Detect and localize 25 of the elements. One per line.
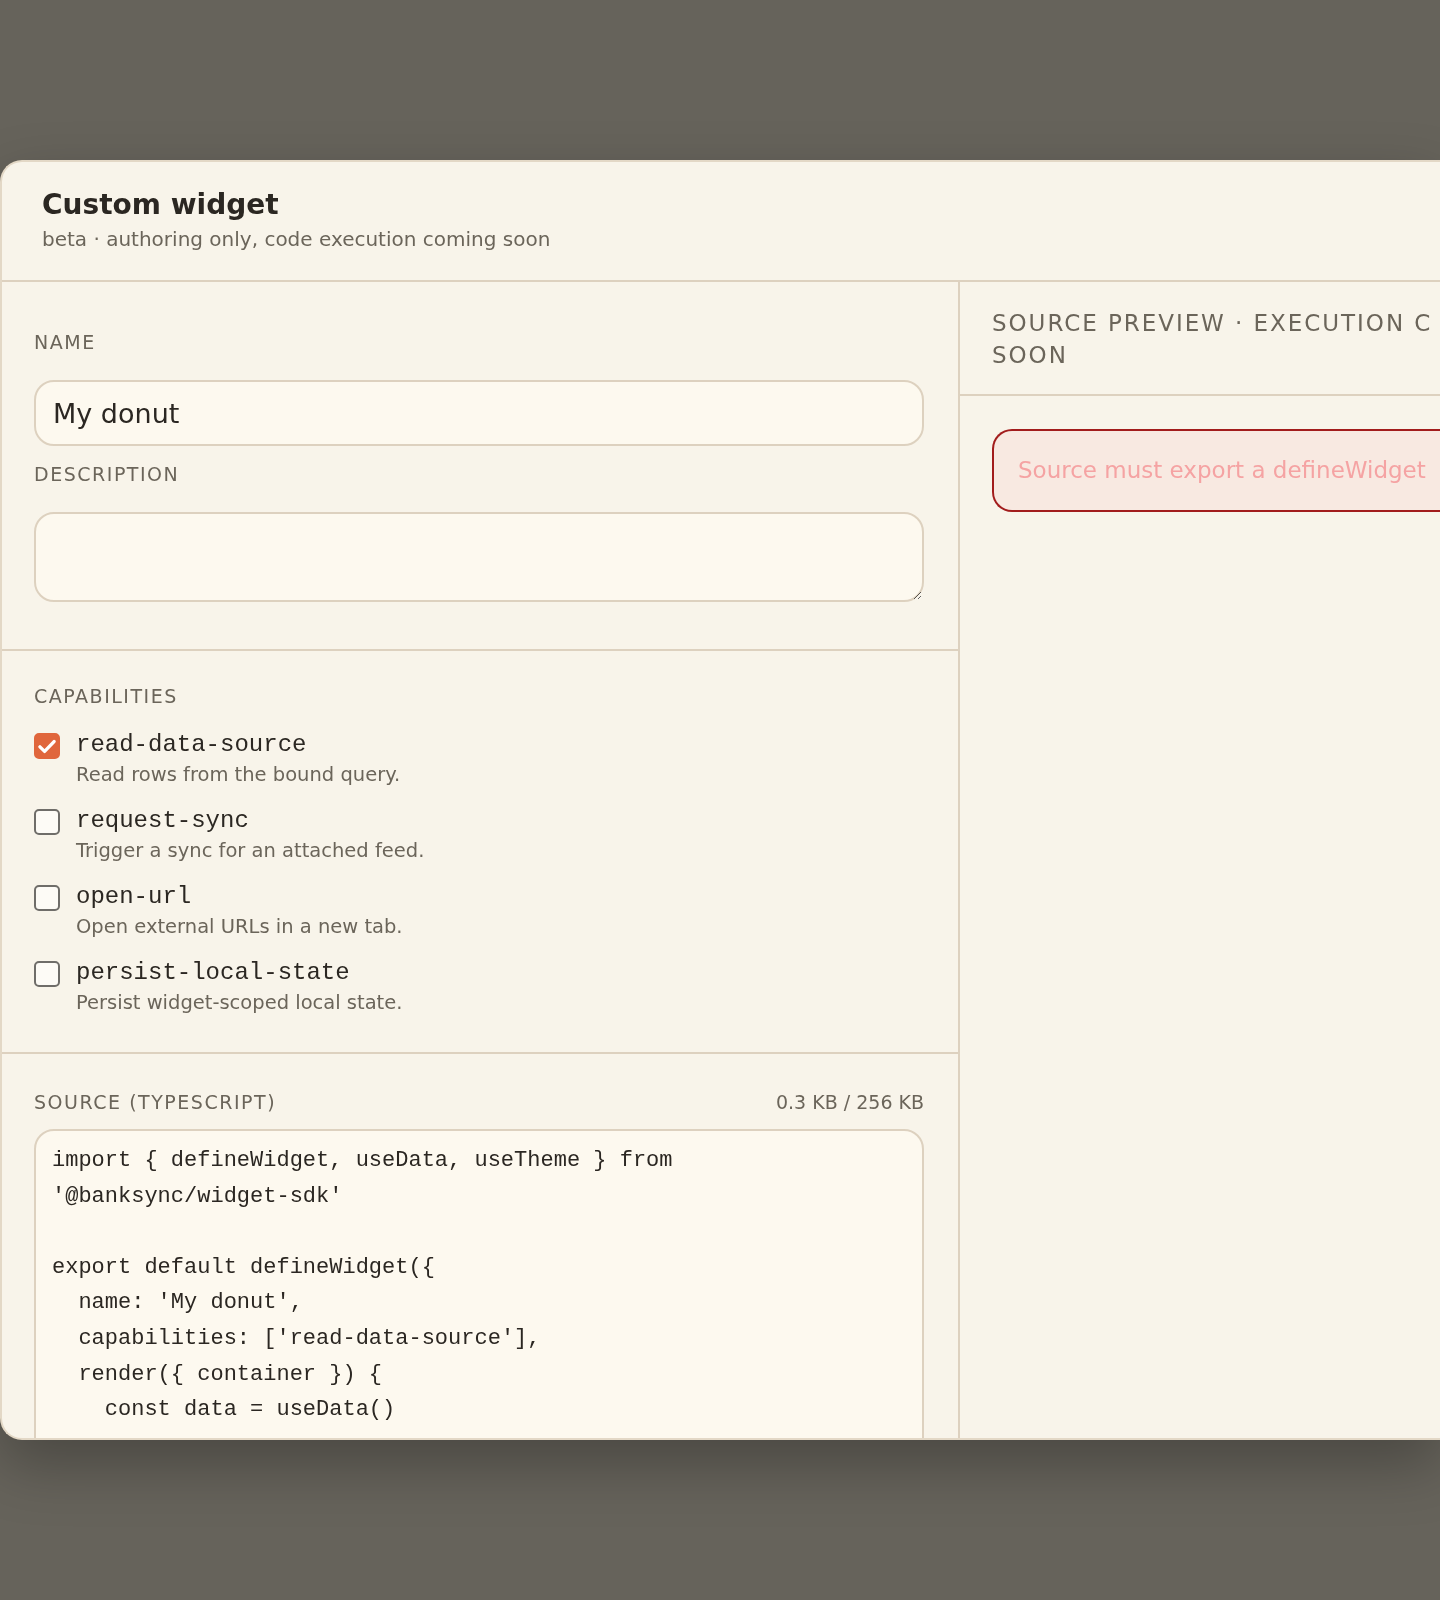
- capability-name: request-sync: [76, 806, 250, 836]
- capability-description: Open external URLs in a new tab.: [76, 914, 403, 940]
- field-label: NAME: [34, 330, 97, 355]
- error-message: Source must export a defineWidget: [992, 429, 1440, 512]
- dialog-title: Custom widget: [42, 188, 280, 222]
- checkbox[interactable]: [34, 733, 60, 759]
- code-editor[interactable]: import { defineWidget, useData, useTheme } from '@banksync/widget-sdk' export default defineWidget({ name: 'My donut', capabilities: ['read-data-source'], render({ container }) { const data = useData(): [34, 1129, 924, 1438]
- name-input[interactable]: My donut: [34, 380, 924, 446]
- checkbox[interactable]: [34, 961, 60, 987]
- field-label: DESCRIPTION: [34, 462, 181, 487]
- section-label: CAPABILITIES: [34, 684, 179, 709]
- capability-description: Persist widget-scoped local state.: [76, 990, 403, 1016]
- check-icon: [38, 738, 56, 754]
- checkbox[interactable]: [34, 885, 60, 911]
- description-field[interactable]: [34, 512, 924, 602]
- capability-name: read-data-source: [76, 730, 308, 760]
- capability-name: persist-local-state: [76, 958, 351, 988]
- size-counter: 0.3 KB / 256 KB: [775, 1090, 924, 1115]
- section-label: SOURCE (TYPESCRIPT): [34, 1090, 277, 1115]
- capability-description: Trigger a sync for an attached feed.: [76, 838, 425, 864]
- checkbox[interactable]: [34, 809, 60, 835]
- preview-heading: SOURCE PREVIEW · EXECUTION C SOON: [960, 282, 1440, 396]
- capability-name: open-url: [76, 882, 193, 912]
- dialog-subtitle: beta · authoring only, code execution coming soon: [42, 226, 552, 253]
- capability-description: Read rows from the bound query.: [76, 762, 401, 788]
